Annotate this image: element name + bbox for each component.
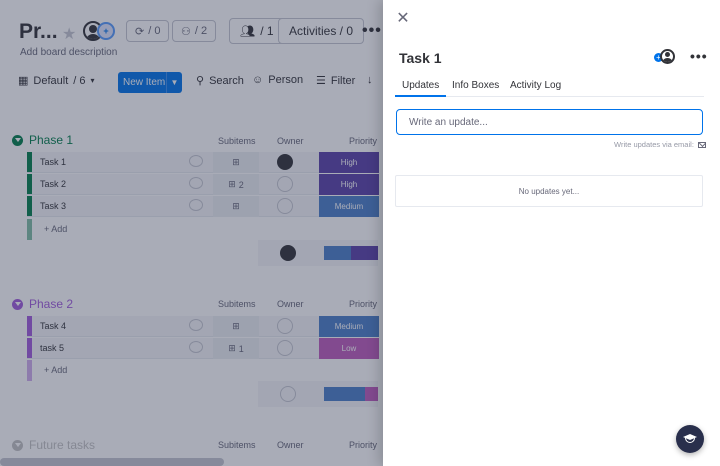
mail-icon <box>697 141 706 148</box>
tab-updates[interactable]: Updates <box>395 80 447 97</box>
item-title[interactable]: Task 1 <box>399 50 442 66</box>
subscribers-button[interactable]: + <box>654 49 676 65</box>
close-icon[interactable]: ✕ <box>395 11 411 27</box>
updates-empty-state: No updates yet... <box>395 175 703 207</box>
tab-info-boxes[interactable]: Info Boxes <box>452 80 499 91</box>
email-note-label: Write updates via email: <box>614 140 694 149</box>
modal-overlay[interactable] <box>0 0 383 466</box>
panel-tabs: Updates Info Boxes Activity Log <box>395 78 704 97</box>
help-center-button[interactable] <box>676 425 704 453</box>
empty-state-text: No updates yet... <box>518 186 580 196</box>
item-detail-panel: ✕ Task 1 + ••• Updates Info Boxes Activi… <box>383 0 720 466</box>
subscriber-avatar <box>660 49 675 64</box>
graduation-cap-icon-base <box>685 438 695 443</box>
more-options-icon[interactable]: ••• <box>690 48 708 64</box>
email-updates-link[interactable]: Write updates via email: <box>614 140 706 149</box>
tab-activity-log[interactable]: Activity Log <box>510 80 561 91</box>
update-input[interactable] <box>396 109 703 135</box>
